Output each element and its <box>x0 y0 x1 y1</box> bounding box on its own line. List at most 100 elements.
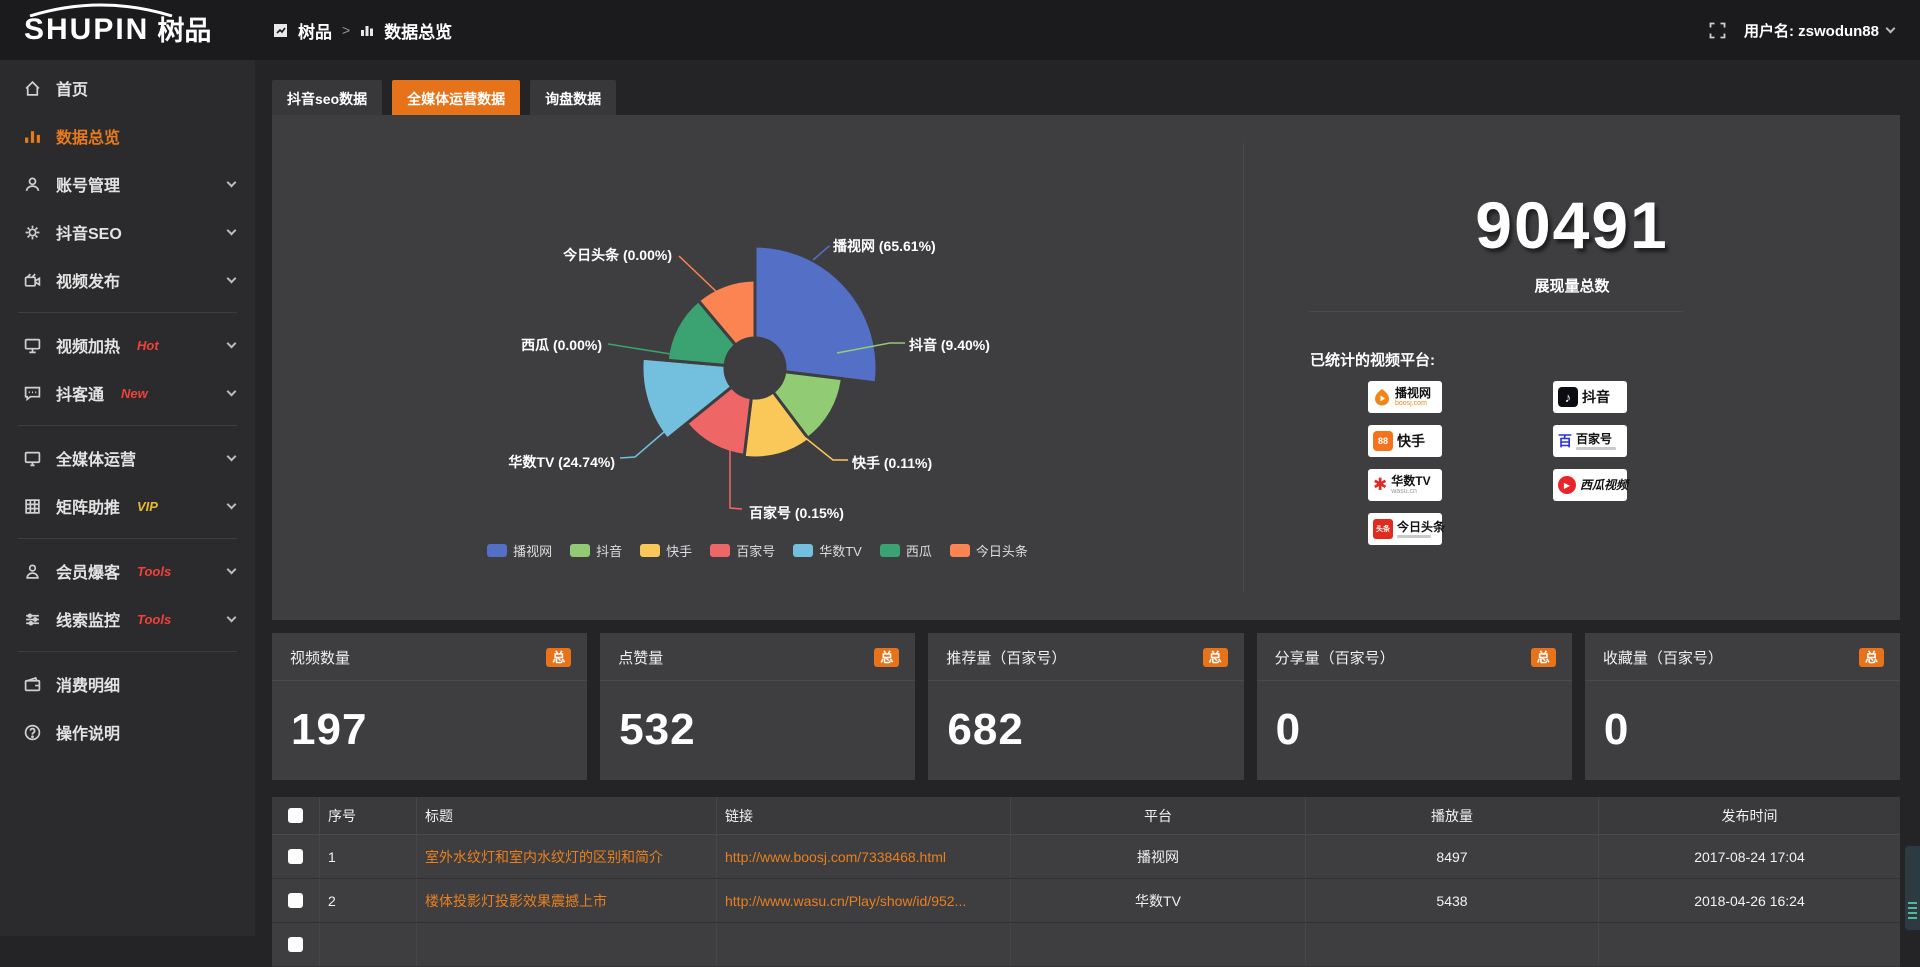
table-row: 1 室外水纹灯和室内水纹灯的区别和简介 http://www.boosj.com… <box>272 835 1900 879</box>
pie-label: 百家号 (0.15%) <box>749 505 844 521</box>
user-menu[interactable]: 用户名: zswodun88 <box>1744 20 1894 41</box>
sidebar-item-account[interactable]: 账号管理 <box>0 164 255 204</box>
platform-sub-line <box>1397 535 1431 538</box>
card-value: 0 <box>1585 681 1900 755</box>
table-row-partial <box>272 923 1900 967</box>
legend-label: 播视网 <box>513 541 552 560</box>
card-title: 视频数量 <box>290 647 350 668</box>
summary-divider <box>1308 311 1684 312</box>
breadcrumb-root[interactable]: 树品 <box>298 18 332 43</box>
sidebar-item-home[interactable]: 首页 <box>0 68 255 108</box>
floating-contact-widget[interactable] <box>1905 846 1920 930</box>
legend-swatch <box>880 544 900 557</box>
chevron-down-icon <box>227 499 237 509</box>
row-checkbox[interactable] <box>288 849 303 864</box>
sidebar-item-matrix-boost[interactable]: 矩阵助推 VIP <box>0 486 255 526</box>
video-table: 序号 标题 链接 平台 播放量 发布时间 1 室外水纹灯和室内水纹灯的区别和简介… <box>272 797 1900 967</box>
new-tag: New <box>121 386 148 401</box>
sidebar-item-help[interactable]: 操作说明 <box>0 712 255 752</box>
platform-name: 华数TV <box>1391 475 1430 487</box>
rose-pie-chart[interactable]: 播视网 (65.61%)抖音 (9.40%)快手 (0.11%)百家号 (0.1… <box>272 115 1243 620</box>
sidebar-item-label: 抖客通 <box>56 381 104 405</box>
cell-link[interactable]: http://www.wasu.cn/Play/show/id/952... <box>716 879 1010 922</box>
monitor-icon <box>24 450 41 467</box>
platform-badge-douyin: ♪ 抖音 <box>1553 381 1627 413</box>
tab-omnimedia-data[interactable]: 全媒体运营数据 <box>392 80 520 118</box>
legend-item[interactable]: 抖音 <box>570 541 622 560</box>
sidebar-item-label: 账号管理 <box>56 172 120 196</box>
tab-inquiry-data[interactable]: 询盘数据 <box>530 80 616 118</box>
breadcrumb-root-icon <box>273 23 288 38</box>
sidebar-item-label: 视频加热 <box>56 333 120 357</box>
legend-item[interactable]: 今日头条 <box>950 541 1028 560</box>
legend-item[interactable]: 百家号 <box>710 541 775 560</box>
platform-badge-toutiao: 头条 今日头条 <box>1368 513 1442 545</box>
breadcrumb-separator: > <box>342 22 350 38</box>
sidebar-item-label: 数据总览 <box>56 124 120 148</box>
sidebar-item-label: 首页 <box>56 76 88 100</box>
legend-swatch <box>950 544 970 557</box>
legend-item[interactable]: 西瓜 <box>880 541 932 560</box>
sidebar-item-data-overview[interactable]: 数据总览 <box>0 116 255 156</box>
legend-item[interactable]: 快手 <box>640 541 692 560</box>
card-title: 点赞量 <box>618 647 663 668</box>
pie-slice[interactable] <box>755 246 877 383</box>
sidebar-divider <box>18 312 237 313</box>
sidebar-divider <box>18 651 237 652</box>
cell-platform: 播视网 <box>1010 835 1305 878</box>
overview-panel: 播视网 (65.61%)抖音 (9.40%)快手 (0.11%)百家号 (0.1… <box>272 115 1900 620</box>
cell-link[interactable]: http://www.boosj.com/7338468.html <box>716 835 1010 878</box>
sidebar-item-label: 抖音SEO <box>56 220 122 244</box>
legend-item[interactable]: 播视网 <box>487 541 552 560</box>
legend-swatch <box>570 544 590 557</box>
pie-label: 播视网 (65.61%) <box>833 238 936 254</box>
tab-douyin-seo-data[interactable]: 抖音seo数据 <box>272 80 382 118</box>
pie-label: 今日头条 (0.00%) <box>562 247 672 263</box>
chevron-down-icon <box>227 273 237 283</box>
chevron-down-icon <box>227 338 237 348</box>
platform-badge-kuaishou: 88 快手 <box>1368 425 1442 457</box>
sidebar-item-douyin-seo[interactable]: 抖音SEO <box>0 212 255 252</box>
sidebar-item-lead-monitor[interactable]: 线索监控 Tools <box>0 599 255 639</box>
data-tabs: 抖音seo数据 全媒体运营数据 询盘数据 <box>255 60 1920 118</box>
breadcrumb-current[interactable]: 数据总览 <box>384 18 452 43</box>
pie-label-line <box>620 432 664 458</box>
platform-badge-baijiahao: 百 百家号 <box>1553 425 1627 457</box>
cell-publish-time: 2017-08-24 17:04 <box>1598 835 1900 878</box>
sidebar-item-spend-detail[interactable]: 消费明细 <box>0 664 255 704</box>
platform-name: 快手 <box>1397 434 1425 448</box>
wallet-icon <box>24 676 41 693</box>
fullscreen-icon[interactable] <box>1709 22 1726 39</box>
card-title: 推荐量（百家号） <box>946 647 1066 668</box>
main-content: 抖音seo数据 全媒体运营数据 询盘数据 播视网 (65.61%)抖音 (9.4… <box>255 60 1920 936</box>
col-header-link: 链接 <box>716 797 1010 834</box>
chevron-down-icon <box>227 612 237 622</box>
chart-legend: 播视网 抖音快手百家号华数TV 西瓜今日头条 <box>272 541 1243 560</box>
sidebar-item-member-burst[interactable]: 会员爆客 Tools <box>0 551 255 591</box>
legend-label: 抖音 <box>596 541 622 560</box>
grid-icon <box>24 498 41 515</box>
cell-title[interactable]: 室外水纹灯和室内水纹灯的区别和简介 <box>416 835 716 878</box>
vip-tag: VIP <box>137 499 158 514</box>
row-checkbox[interactable] <box>288 893 303 908</box>
sidebar-item-video-heat[interactable]: 视频加热 Hot <box>0 325 255 365</box>
card-value: 0 <box>1257 681 1572 755</box>
pie-chart-svg[interactable]: 播视网 (65.61%)抖音 (9.40%)快手 (0.11%)百家号 (0.1… <box>272 115 1243 535</box>
legend-item[interactable]: 华数TV <box>793 541 862 560</box>
card-value: 197 <box>272 681 587 755</box>
select-all-checkbox[interactable] <box>288 808 303 823</box>
col-header-title: 标题 <box>416 797 716 834</box>
pie-label-line <box>730 447 742 509</box>
sidebar-item-label: 视频发布 <box>56 268 120 292</box>
sidebar-item-omnimedia[interactable]: 全媒体运营 <box>0 438 255 478</box>
platform-badge-boosj: 播视网 boosj.com <box>1368 381 1442 413</box>
user-icon <box>24 176 41 193</box>
sidebar-item-douketong[interactable]: 抖客通 New <box>0 373 255 413</box>
card-title: 分享量（百家号） <box>1275 647 1395 668</box>
total-badge: 总 <box>1859 648 1884 667</box>
brand-logo: SHUPIN 树品 <box>0 15 255 45</box>
logo-arc-icon <box>26 3 176 17</box>
row-checkbox[interactable] <box>288 937 303 952</box>
sidebar-item-video-publish[interactable]: 视频发布 <box>0 260 255 300</box>
cell-title[interactable]: 楼体投影灯投影效果震撼上市 <box>416 879 716 922</box>
